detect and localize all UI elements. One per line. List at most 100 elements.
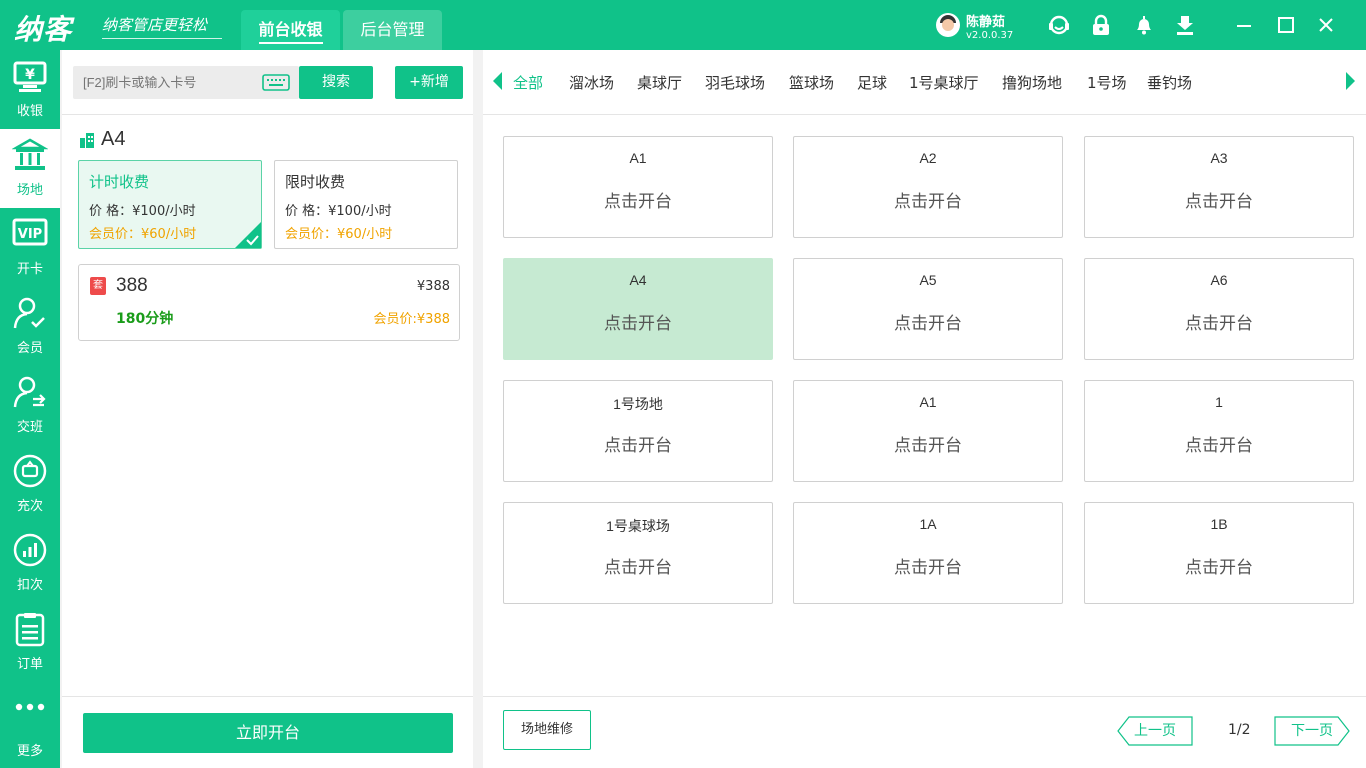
- nav-label: 扣次: [16, 578, 43, 593]
- court-name: A5: [919, 272, 937, 288]
- court-card[interactable]: A1 点击开台: [503, 136, 773, 238]
- court-open-label: 点击开台: [1185, 558, 1253, 578]
- building-icon: [79, 132, 95, 148]
- shift-icon: [12, 374, 48, 410]
- court-name: 1: [1215, 394, 1223, 410]
- venue-grid-panel: 全部 溜冰场 桌球厅 羽毛球场 篮球场 足球 1号桌球厅 撸狗场地 1号场 垂钓…: [483, 50, 1366, 768]
- category-tab[interactable]: 撸狗场地: [1002, 72, 1062, 93]
- user-avatar[interactable]: [936, 13, 960, 37]
- selected-venue-name: A4: [101, 128, 126, 150]
- top-bar: 纳客 纳客管店更轻松 前台收银 后台管理 陈静茹 v2.0.0.37: [0, 0, 1366, 50]
- plan-card-limited[interactable]: 限时收费 价 格：¥100/小时 会员价：¥60/小时: [274, 160, 458, 249]
- divider: [483, 696, 1366, 697]
- slogan-underline: [102, 38, 222, 39]
- court-card[interactable]: 1号桌球场 点击开台: [503, 502, 773, 604]
- court-card[interactable]: A1 点击开台: [793, 380, 1063, 482]
- category-tab[interactable]: 1号桌球厅: [909, 72, 979, 93]
- venue-repair-button[interactable]: 场地维修: [503, 710, 591, 750]
- category-tab[interactable]: 足球: [857, 72, 887, 93]
- court-open-label: 点击开台: [604, 314, 672, 334]
- category-tab-all[interactable]: 全部: [513, 72, 543, 93]
- category-next-icon[interactable]: [1346, 72, 1355, 90]
- plan-title: 限时收费: [285, 173, 346, 191]
- app-version: v2.0.0.37: [966, 30, 1014, 41]
- plan-card-timed[interactable]: 计时收费 价 格：¥100/小时 会员价：¥60/小时: [78, 160, 262, 249]
- court-name: A3: [1210, 150, 1228, 166]
- court-card[interactable]: A2 点击开台: [793, 136, 1063, 238]
- nav-item-cashier[interactable]: ¥ 收银: [0, 50, 60, 129]
- vip-card-icon: VIP: [12, 216, 48, 252]
- court-card-selected[interactable]: A4 点击开台: [503, 258, 773, 360]
- category-tab[interactable]: 1号场: [1087, 72, 1127, 93]
- court-card[interactable]: A5 点击开台: [793, 258, 1063, 360]
- court-card[interactable]: 1号场地 点击开台: [503, 380, 773, 482]
- open-table-button[interactable]: 立即开台: [83, 713, 453, 753]
- nav-item-venue[interactable]: 场地: [0, 129, 60, 208]
- court-name: A1: [919, 394, 937, 410]
- page-indicator: 1/2: [1228, 722, 1251, 738]
- court-open-label: 点击开台: [604, 192, 672, 212]
- deduct-icon: [12, 532, 48, 568]
- divider: [483, 114, 1366, 115]
- nav-label: 交班: [16, 420, 43, 435]
- svg-text:VIP: VIP: [18, 227, 42, 242]
- package-card[interactable]: 套 388 ¥388 180分钟 会员价:¥388: [78, 264, 460, 341]
- court-card[interactable]: 1 点击开台: [1084, 380, 1354, 482]
- download-icon[interactable]: [1174, 14, 1196, 36]
- court-card[interactable]: 1A 点击开台: [793, 502, 1063, 604]
- package-badge-icon: 套: [90, 277, 106, 295]
- close-icon[interactable]: [1316, 15, 1336, 35]
- minimize-icon[interactable]: [1234, 15, 1254, 35]
- nav-label: 开卡: [16, 262, 43, 277]
- court-open-label: 点击开台: [604, 558, 672, 578]
- court-open-label: 点击开台: [1185, 192, 1253, 212]
- nav-item-deduct[interactable]: 扣次: [0, 524, 60, 603]
- tab-back-management[interactable]: 后台管理: [343, 10, 442, 50]
- member-icon: [12, 295, 48, 331]
- nav-item-member[interactable]: 会员: [0, 287, 60, 366]
- category-tab[interactable]: 篮球场: [789, 72, 834, 93]
- court-open-label: 点击开台: [604, 436, 672, 456]
- maximize-icon[interactable]: [1276, 15, 1296, 35]
- court-open-label: 点击开台: [894, 436, 962, 456]
- court-name: A1: [629, 150, 647, 166]
- tab-front-cashier[interactable]: 前台收银: [241, 10, 340, 50]
- active-tab-underline: [259, 42, 323, 44]
- category-tab[interactable]: 羽毛球场: [705, 72, 765, 93]
- nav-item-open-card[interactable]: VIP 开卡: [0, 208, 60, 287]
- order-icon: [12, 611, 48, 647]
- category-prev-icon[interactable]: [493, 72, 502, 90]
- tab-back-management-label: 后台管理: [360, 20, 425, 39]
- court-open-label: 点击开台: [894, 192, 962, 212]
- next-page-button[interactable]: 下一页: [1274, 716, 1350, 746]
- bell-icon[interactable]: [1133, 14, 1155, 36]
- package-member-price: 会员价:¥388: [373, 312, 450, 327]
- prev-page-button[interactable]: 上一页: [1117, 716, 1193, 746]
- user-name[interactable]: 陈静茹: [966, 11, 1005, 30]
- nav-item-shift[interactable]: 交班: [0, 366, 60, 445]
- court-card[interactable]: A3 点击开台: [1084, 136, 1354, 238]
- search-button[interactable]: 搜索: [299, 66, 373, 99]
- keyboard-icon[interactable]: [262, 74, 290, 91]
- package-name: 388: [116, 275, 148, 296]
- nav-item-recharge[interactable]: 充次: [0, 445, 60, 524]
- court-card[interactable]: 1B 点击开台: [1084, 502, 1354, 604]
- customer-service-icon[interactable]: [1048, 14, 1070, 36]
- court-open-label: 点击开台: [894, 558, 962, 578]
- selected-check-icon: [235, 222, 261, 248]
- venue-icon: [11, 137, 49, 173]
- court-card[interactable]: A6 点击开台: [1084, 258, 1354, 360]
- court-name: A4: [629, 272, 647, 288]
- court-name: 1号桌球场: [606, 518, 670, 534]
- lock-icon[interactable]: [1090, 14, 1112, 36]
- category-tab[interactable]: 桌球厅: [637, 72, 682, 93]
- nav-item-order[interactable]: 订单: [0, 603, 60, 682]
- card-search-input[interactable]: [73, 66, 259, 99]
- more-icon: [12, 697, 48, 733]
- nav-label: 更多: [16, 744, 43, 759]
- category-tab[interactable]: 溜冰场: [569, 72, 614, 93]
- nav-item-more[interactable]: 更多: [0, 689, 60, 768]
- category-tab[interactable]: 垂钓场: [1147, 72, 1192, 93]
- add-member-button[interactable]: +新增: [395, 66, 463, 99]
- card-search-box: [73, 66, 299, 99]
